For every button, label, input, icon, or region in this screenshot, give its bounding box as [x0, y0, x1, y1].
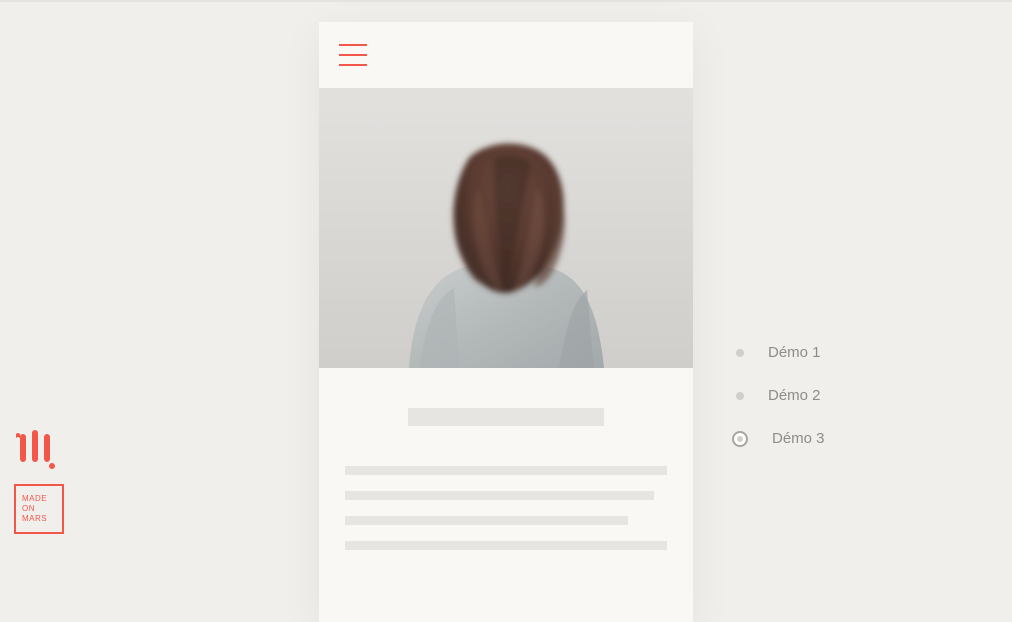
demo-nav-label: Démo 2: [768, 387, 821, 404]
demo-nav-item-3[interactable]: Démo 3: [732, 430, 825, 447]
brand-logo-icon: [14, 426, 64, 474]
badge-line: ON: [22, 504, 62, 514]
article-body: [319, 368, 693, 550]
demo-nav-label: Démo 1: [768, 344, 821, 361]
bullet-active-icon: [732, 431, 748, 447]
text-placeholder: [345, 516, 628, 525]
menu-icon[interactable]: [339, 44, 367, 66]
hero-image: [319, 88, 693, 368]
made-on-mars-badge: MADE ON MARS: [14, 484, 64, 534]
demo-nav-item-2[interactable]: Démo 2: [732, 387, 825, 404]
mobile-header: [319, 22, 693, 88]
title-placeholder: [408, 408, 604, 426]
demo-nav: Démo 1 Démo 2 Démo 3: [732, 344, 825, 447]
text-placeholder: [345, 466, 667, 475]
bullet-icon: [736, 349, 744, 357]
mobile-preview: [319, 22, 693, 622]
bullet-icon: [736, 392, 744, 400]
badge-line: MADE: [22, 494, 62, 504]
text-placeholder: [345, 491, 654, 500]
demo-nav-item-1[interactable]: Démo 1: [732, 344, 825, 361]
text-placeholder: [345, 541, 667, 550]
demo-nav-label: Démo 3: [772, 430, 825, 447]
badge-line: MARS: [22, 514, 62, 524]
